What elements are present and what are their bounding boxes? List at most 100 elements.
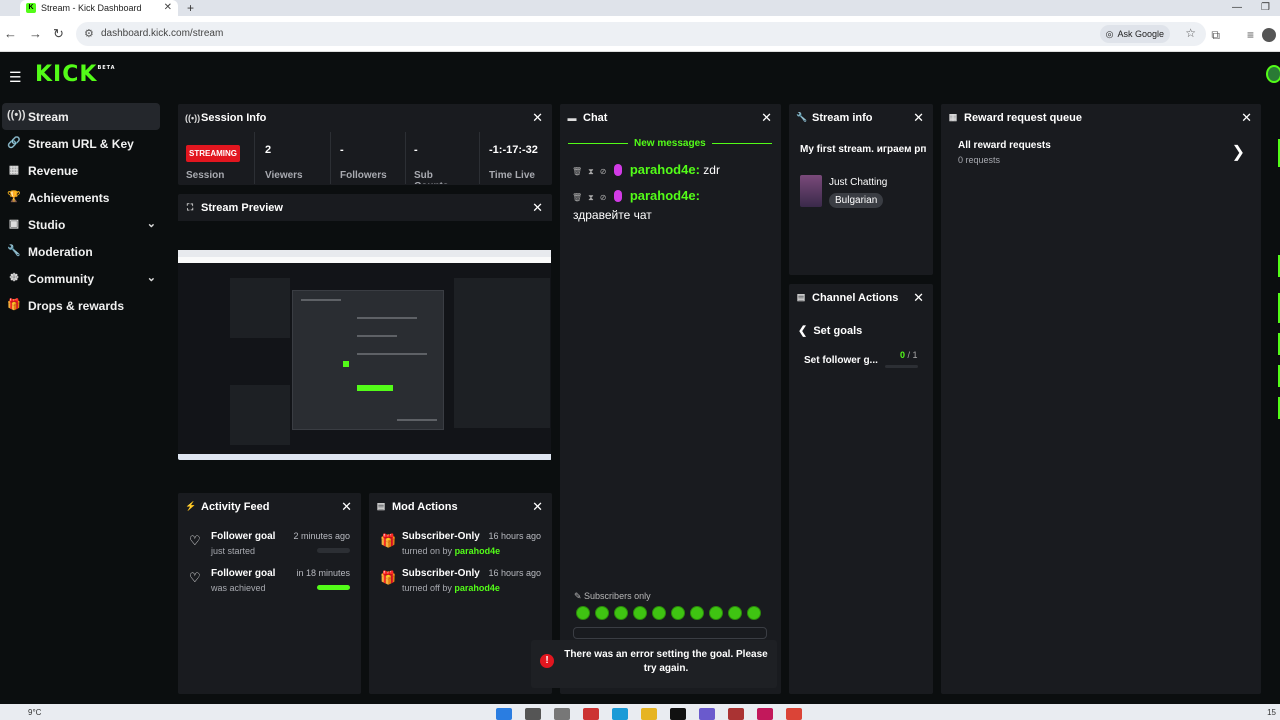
sidebar-item-label: Stream URL & Key [28,136,134,151]
reload-icon[interactable]: ↻ [53,26,64,42]
close-icon[interactable]: ✕ [532,110,543,126]
chevron-left-icon: ❮ [798,325,808,337]
follower-goal-option[interactable]: Set follower g... [804,355,878,366]
all-reward-requests-label[interactable]: All reward requests [958,140,1051,151]
panel-title: Activity Feed [201,500,270,513]
bookmark-star-icon[interactable]: ☆ [1185,26,1196,40]
close-icon[interactable]: ✕ [913,290,924,306]
sidebar-item-achievements[interactable]: 🏆 Achievements [2,184,160,211]
app-icon[interactable] [699,708,715,720]
emote-icon[interactable] [652,606,666,620]
activity-progress [317,585,350,590]
delete-icon[interactable]: 🗑 [572,193,582,202]
chevron-down-icon[interactable]: ⌄ [147,217,156,230]
emote-icon[interactable] [690,606,704,620]
emote-icon[interactable] [614,606,628,620]
sidebar-item-studio[interactable]: ▣ Studio ⌄ [2,211,160,238]
gift-icon: 🎁 [380,570,397,585]
emote-icon[interactable] [633,606,647,620]
restore-icon[interactable]: ❐ [1261,0,1270,16]
activity-subtitle: just started [211,546,256,556]
gift-icon: 🎁 [380,533,397,548]
ban-icon[interactable]: ⊘ [600,193,607,202]
error-toast[interactable]: ! There was an error setting the goal. P… [531,640,777,688]
goal-count: 0 / 1 [900,350,918,360]
app-icon[interactable] [728,708,744,720]
profile-avatar[interactable] [1262,28,1276,42]
channel-actions-panel: ▤ Channel Actions ✕ ❮ Set goals Set foll… [789,284,933,694]
ban-icon[interactable]: ⊘ [600,167,607,176]
url-text[interactable]: dashboard.kick.com/stream [101,28,223,39]
chevron-down-icon[interactable]: ⌄ [147,271,156,284]
app-icon[interactable] [670,708,686,720]
start-icon[interactable] [496,708,512,720]
emote-icon[interactable] [747,606,761,620]
extensions-icon[interactable]: ⧉ [1211,28,1220,43]
chevron-right-icon[interactable]: ❯ [1232,142,1245,162]
close-icon[interactable]: ✕ [761,110,772,126]
sidebar-item-community[interactable]: ☸ Community ⌄ [2,265,160,292]
sidebar-item-drops-rewards[interactable]: 🎁 Drops & rewards [2,292,160,319]
mod-username[interactable]: parahod4e [454,583,500,593]
sidebar-item-stream-url-key[interactable]: 🔗 Stream URL & Key [2,130,160,157]
chat-username[interactable]: parahod4e [630,162,696,177]
mod-username[interactable]: parahod4e [455,546,501,556]
menu-icon[interactable]: ☰ [9,69,22,86]
emote-icon[interactable] [728,606,742,620]
chat-message[interactable]: 🗑 ⧗ ⊘ parahod4e: [572,188,700,203]
kick-logo[interactable]: KICKBETA [35,62,116,87]
task-view-icon[interactable] [554,708,570,720]
viewers-value: 2 [265,144,272,156]
close-icon[interactable]: ✕ [532,499,543,515]
delete-icon[interactable]: 🗑 [572,167,582,176]
chrome-icon[interactable] [786,708,802,720]
status-badge: STREAMING [186,145,240,162]
set-goals-back-button[interactable]: ❮ Set goals [798,324,862,337]
weather-temp[interactable]: 9°C [28,708,41,717]
os-taskbar: 9°C 15 [0,704,1280,720]
user-avatar[interactable] [1266,65,1280,83]
request-count: 0 requests [958,155,1001,165]
preview-panel [230,278,290,338]
sidebar-item-stream[interactable]: ((•)) Stream [2,103,160,130]
site-info-icon[interactable]: ⚙ [84,27,94,40]
emote-icon[interactable] [709,606,723,620]
app-icon[interactable] [583,708,599,720]
timeout-icon[interactable]: ⧗ [588,193,594,203]
close-icon[interactable]: ✕ [913,110,924,126]
sidebar-item-label: Moderation [28,244,93,259]
media-icon[interactable]: ≡ [1247,28,1254,42]
chat-username[interactable]: parahod4e [630,188,696,203]
minimize-icon[interactable]: — [1232,0,1242,16]
chat-input[interactable] [573,627,767,639]
close-icon[interactable]: ✕ [341,499,352,515]
chat-message[interactable]: 🗑 ⧗ ⊘ parahod4e: zdr [572,162,720,177]
panel-title: Session Info [201,111,267,124]
omnibox[interactable]: ⚙ dashboard.kick.com/stream ◎ Ask Google… [76,22,1206,46]
close-icon[interactable]: ✕ [532,200,543,216]
clock[interactable]: 15 [1267,708,1276,717]
browser-tab[interactable]: K Stream - Kick Dashboard ✕ [20,0,178,16]
close-icon[interactable]: ✕ [1241,110,1252,126]
app-icon[interactable] [757,708,773,720]
search-icon[interactable] [525,708,541,720]
forward-icon[interactable]: → [29,26,42,41]
ask-google-button[interactable]: ◎ Ask Google [1099,25,1170,43]
sidebar: ((•)) Stream 🔗 Stream URL & Key ▦ Revenu… [0,99,170,704]
new-tab-icon[interactable]: + [187,0,194,16]
emote-icon[interactable] [595,606,609,620]
category-thumbnail [800,175,822,207]
sidebar-item-revenue[interactable]: ▦ Revenue [2,157,160,184]
back-icon[interactable]: ← [4,26,17,41]
timeout-icon[interactable]: ⧗ [588,167,594,177]
emote-icon[interactable] [671,606,685,620]
edge-icon[interactable] [612,708,628,720]
emote-icon[interactable] [576,606,590,620]
sidebar-item-moderation[interactable]: 🔧 Moderation [2,238,160,265]
folder-icon[interactable] [641,708,657,720]
heart-icon: ♡ [189,533,201,548]
tab-close-icon[interactable]: ✕ [164,2,172,13]
chat-panel: ▬ Chat ✕ New messages 🗑 ⧗ ⊘ parahod4e: zdr… [560,104,781,694]
stream-preview-video[interactable] [178,250,551,460]
panel-title: Mod Actions [392,500,458,513]
